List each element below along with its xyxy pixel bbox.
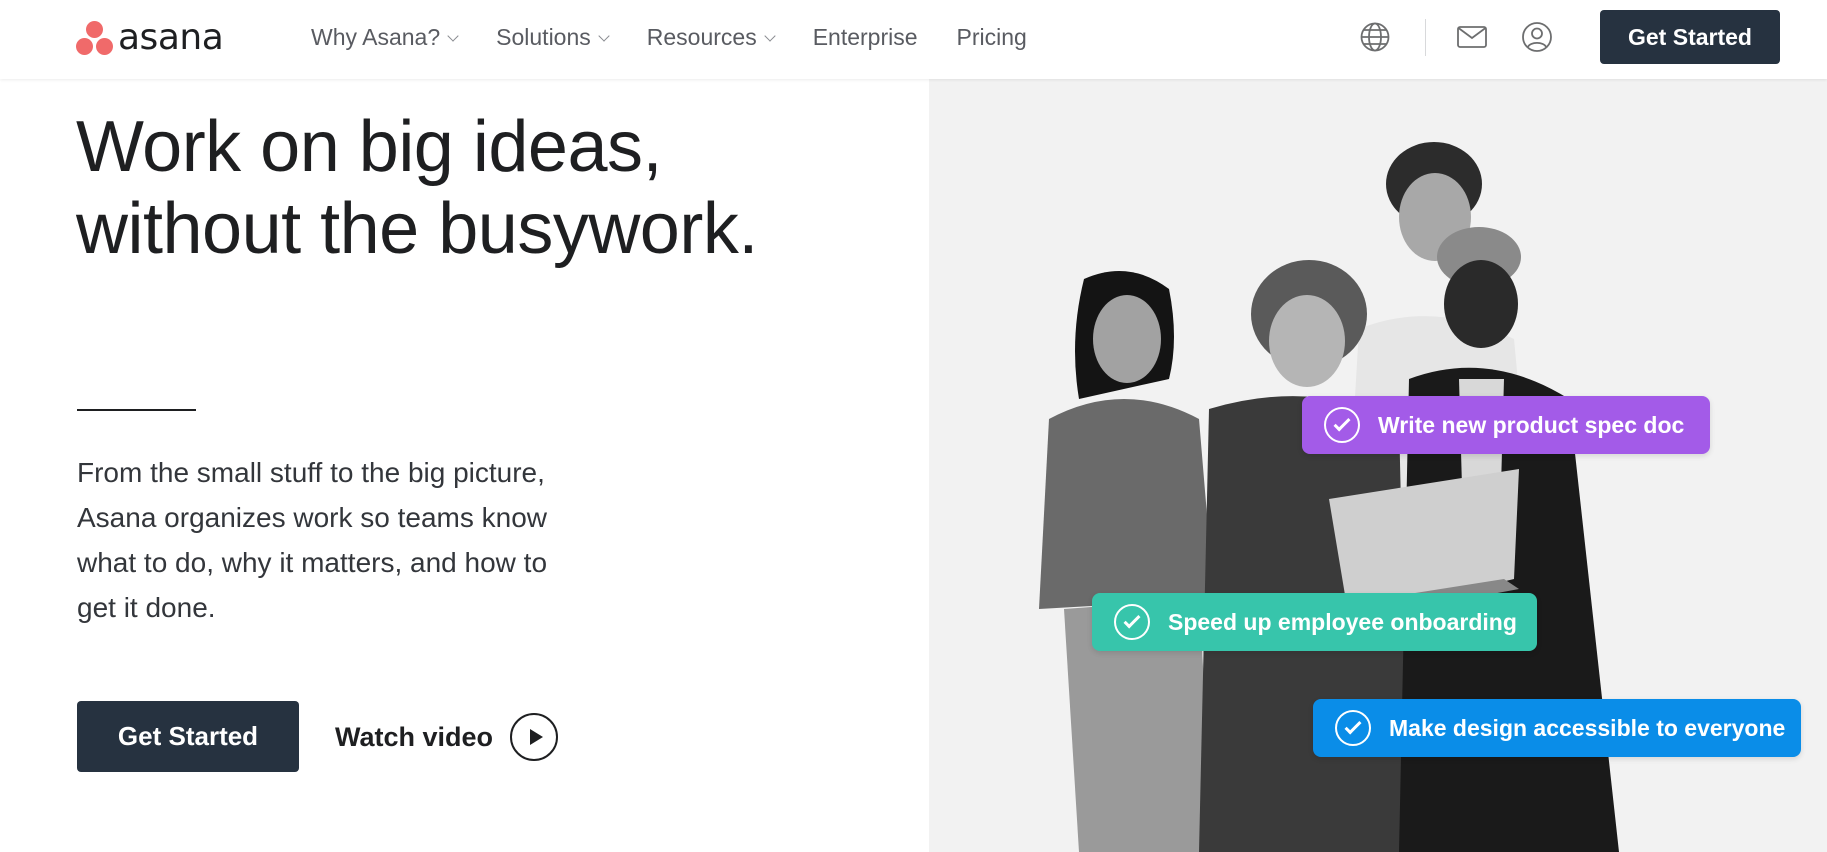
nav-links: Why Asana? Solutions Resources Enterpris… xyxy=(311,0,1066,75)
check-circle-icon xyxy=(1114,604,1150,640)
nav-divider xyxy=(1425,19,1426,56)
chevron-down-icon xyxy=(447,29,459,42)
nav-item-label: Pricing xyxy=(956,24,1027,50)
play-icon xyxy=(510,713,559,761)
task-label: Write new product spec doc xyxy=(1378,411,1685,438)
globe-icon[interactable] xyxy=(1358,20,1392,54)
asana-logo[interactable]: asana xyxy=(76,17,224,58)
user-icon[interactable] xyxy=(1520,20,1554,54)
top-navigation: asana Why Asana? Solutions Resources Ent… xyxy=(0,0,1827,79)
nav-item-label: Enterprise xyxy=(812,24,918,50)
description-line: From the small stuff to the big picture, xyxy=(77,457,545,488)
nav-item-label: Solutions xyxy=(496,24,591,50)
task-chip-spec-doc: Write new product spec doc xyxy=(1302,396,1710,454)
headline-line: Work on big ideas, xyxy=(76,107,662,187)
nav-item-label: Resources xyxy=(646,24,757,50)
description-line: get it done. xyxy=(77,592,216,623)
get-started-nav-button[interactable]: Get Started xyxy=(1600,10,1780,64)
check-circle-icon xyxy=(1335,710,1371,746)
task-chip-onboarding: Speed up employee onboarding xyxy=(1092,593,1537,651)
nav-item-pricing[interactable]: Pricing xyxy=(957,24,1027,51)
hero-description: From the small stuff to the big picture,… xyxy=(77,450,607,630)
nav-item-why-asana[interactable]: Why Asana? xyxy=(311,24,459,51)
description-line: what to do, why it matters, and how to xyxy=(77,547,548,578)
task-label: Make design accessible to everyone xyxy=(1389,714,1786,741)
watch-video-button[interactable]: Watch video xyxy=(335,711,559,763)
chevron-down-icon xyxy=(598,29,610,42)
mail-icon[interactable] xyxy=(1455,20,1489,54)
nav-item-enterprise[interactable]: Enterprise xyxy=(813,24,918,51)
nav-item-label: Why Asana? xyxy=(311,24,441,50)
headline-line: without the busywork. xyxy=(76,189,758,269)
nav-item-solutions[interactable]: Solutions xyxy=(496,24,610,51)
section-divider xyxy=(77,409,196,411)
watch-video-label: Watch video xyxy=(335,721,494,752)
nav-item-resources[interactable]: Resources xyxy=(646,24,776,51)
get-started-button[interactable]: Get Started xyxy=(77,701,299,772)
hero-headline: Work on big ideas, without the busywork. xyxy=(76,106,758,270)
asana-logo-icon xyxy=(76,20,114,56)
description-line: Asana organizes work so teams know xyxy=(77,502,547,533)
chevron-down-icon xyxy=(764,29,776,42)
task-label: Speed up employee onboarding xyxy=(1168,608,1517,635)
logo-wordmark: asana xyxy=(118,17,224,58)
task-chip-design: Make design accessible to everyone xyxy=(1313,699,1801,757)
check-circle-icon xyxy=(1324,407,1360,443)
